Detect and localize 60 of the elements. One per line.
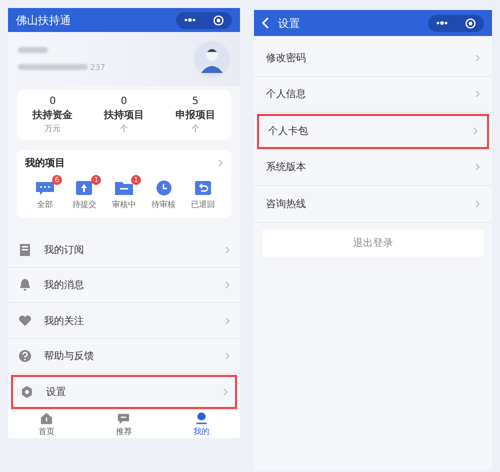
clock-icon <box>154 180 174 196</box>
settings-item[interactable]: 咨询热线 <box>254 186 492 222</box>
settings-item[interactable]: 个人卡包 <box>256 113 490 150</box>
project-item[interactable]: 待审核 <box>144 174 184 210</box>
book-icon <box>18 242 32 257</box>
more-icon <box>436 21 448 25</box>
chevron-icon <box>225 246 230 254</box>
chevron-icon <box>475 200 480 208</box>
menu-item[interactable]: 设置 <box>10 374 238 410</box>
tab-item[interactable]: 我的 <box>162 410 240 438</box>
chevron-icon <box>475 163 480 172</box>
chevron-icon <box>475 90 480 98</box>
capsule-menu-button[interactable] <box>176 12 232 29</box>
chevron-icon <box>225 316 230 325</box>
page-title: 设置 <box>278 16 301 30</box>
folder-icon <box>114 180 134 196</box>
menu-item[interactable]: 帮助与反馈 <box>8 338 240 374</box>
heart-icon <box>18 314 32 328</box>
message-icon <box>34 180 55 196</box>
blurred-phone <box>18 64 88 70</box>
chevron-icon <box>218 159 223 168</box>
tab-item[interactable]: 推荐 <box>85 410 163 438</box>
stat-unit: 个 <box>191 123 200 134</box>
blurred-name <box>18 46 48 53</box>
chevron-icon <box>223 388 228 396</box>
bell-icon <box>18 278 32 292</box>
more-icon <box>184 18 196 22</box>
chevron-icon <box>225 352 230 360</box>
stat-unit: 个 <box>120 123 128 134</box>
chevron-icon <box>475 54 480 62</box>
app-title: 佛山扶持通 <box>16 12 72 28</box>
stat-label: 申报项目 <box>175 108 216 122</box>
return-icon <box>193 180 214 196</box>
stat-value: 0 <box>49 96 56 108</box>
back-icon[interactable] <box>262 17 270 29</box>
settings-item[interactable]: 系统版本 <box>254 150 492 186</box>
stat-value: 5 <box>192 96 198 108</box>
phone-number: 237 <box>90 62 106 72</box>
capsule-menu-button[interactable] <box>428 14 484 32</box>
menu-item[interactable]: 我的关注 <box>8 303 240 339</box>
gear-icon <box>20 384 34 399</box>
chevron-icon <box>225 281 230 290</box>
chevron-icon <box>473 126 478 135</box>
target-icon <box>464 18 476 28</box>
project-item[interactable]: 已退回 <box>183 174 223 210</box>
stat-label: 扶持资金 <box>32 108 73 122</box>
help-icon <box>18 349 32 364</box>
upload-icon <box>74 180 94 196</box>
stat-value: 0 <box>120 96 128 108</box>
menu-item[interactable]: 我的订阅 <box>8 232 240 268</box>
stat-label: 扶持项目 <box>104 108 144 122</box>
settings-item[interactable]: 个人信息 <box>254 76 492 113</box>
settings-item[interactable]: 修改密码 <box>254 40 492 76</box>
avatar-icon <box>194 41 230 78</box>
stat-unit: 万元 <box>44 123 61 134</box>
logout-button[interactable]: 退出登录 <box>262 228 484 256</box>
target-icon <box>212 14 224 26</box>
tab-item[interactable]: 首页 <box>8 410 86 438</box>
menu-item[interactable]: 我的消息 <box>8 268 240 304</box>
section-title: 我的项目 <box>25 156 65 170</box>
